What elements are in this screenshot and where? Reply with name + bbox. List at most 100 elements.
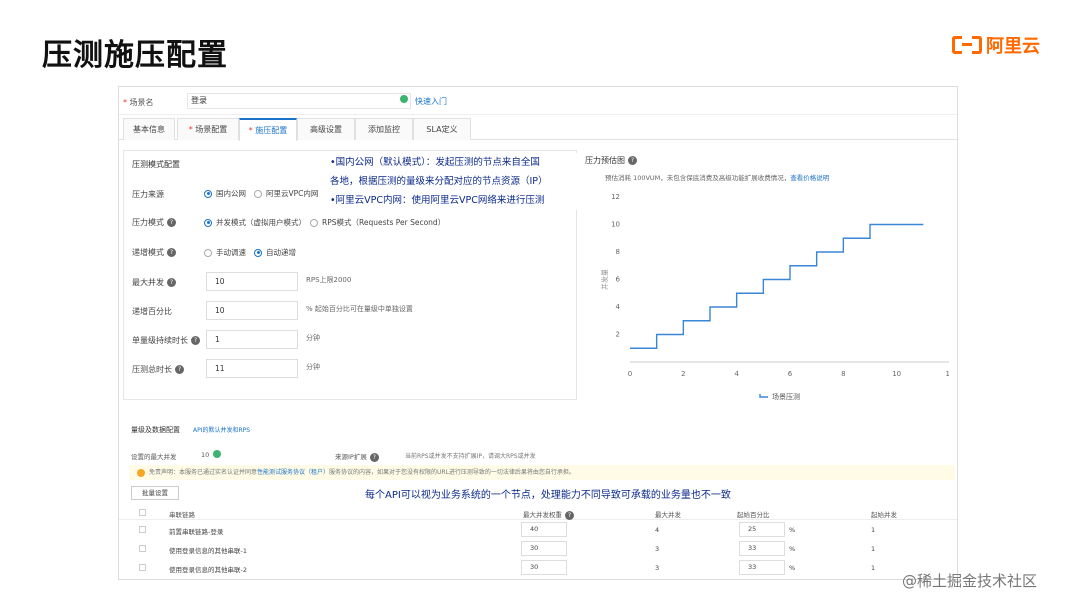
source-explanation-callout: •国内公网（默认模式）：发起压测的节点来自全国 各地，根据压测的量级来分配对应的… [330, 153, 580, 210]
default-rps-link[interactable]: API的默认并发和RPS [193, 425, 250, 434]
aliyun-logo: 阿里云 [952, 32, 1040, 58]
radio-rps-mode[interactable]: RPS模式（Requests Per Second） [310, 217, 445, 228]
tab-load-config[interactable]: * 施压配置 [239, 118, 297, 141]
y-tick-label: 8 [616, 248, 620, 256]
check-icon [213, 450, 221, 458]
radio-on-icon [254, 248, 262, 257]
check-icon [400, 95, 408, 103]
x-tick-label: 8 [841, 370, 845, 378]
x-tick-label: 0 [628, 370, 632, 378]
weight-input[interactable]: 30 [521, 560, 567, 575]
pct-unit: % [789, 526, 796, 534]
scene-name-label: * 场景名 [123, 98, 154, 107]
help-icon[interactable]: ? [167, 278, 176, 287]
col-weight: 最大并发权重? [523, 509, 574, 520]
x-tick-label: 4 [734, 370, 739, 378]
ip-expand-label: 来源IP扩展? [335, 451, 379, 462]
callout-line: •阿里云VPC内网：使用阿里云VPC网络来进行压测 [330, 195, 545, 206]
radio-auto[interactable]: 自动递增 [254, 247, 296, 258]
col-start: 起始并发 [871, 511, 897, 519]
radio-public-net[interactable]: 国内公网 [204, 188, 246, 199]
help-icon[interactable]: ? [167, 218, 176, 227]
tab-monitor[interactable]: 添加监控 [355, 118, 413, 140]
ramp-label: 递增模式? [132, 247, 176, 258]
mode-label: 压力模式? [132, 217, 176, 228]
row-checkbox[interactable] [139, 526, 146, 533]
x-tick-label: 10 [892, 370, 901, 378]
agreement-link[interactable]: 性能测试服务协议（租户） [257, 469, 329, 476]
radio-concurrency-mode[interactable]: 并发模式（虚拟用户模式） [204, 217, 306, 228]
slide-title: 压测施压配置 [42, 38, 228, 73]
step-percent-hint: % 起始百分比可在量级中单独设置 [306, 305, 413, 313]
api-node-banner: 每个API可以视为业务系统的一个节点，处理能力不同导致可承载的业务量也不一致 [365, 490, 731, 501]
form-title: 压测模式配置 [132, 160, 180, 169]
col-start-pct: 起始百分比 [737, 511, 770, 519]
tab-basic-info[interactable]: 基本信息 [123, 118, 175, 140]
callout-line: 各地，根据压测的量级来分配对应的节点资源（IP） [330, 176, 548, 187]
table-row: 前置串联链路-登录 40 4 25 % 1 [119, 521, 957, 539]
select-all-checkbox[interactable] [139, 509, 146, 516]
y-tick-label: 6 [616, 276, 621, 284]
y-tick-label: 10 [611, 221, 620, 229]
step-duration-label: 单量级持续时长? [132, 335, 200, 346]
max-concurrency-label: 最大并发? [132, 277, 176, 288]
start-pct-input[interactable]: 33 [739, 560, 785, 575]
disclaimer-bar: 免责声明：本服务已通过实名认证并同意性能测试服务协议（租户）服务协议的内容，如果… [129, 465, 955, 480]
radio-manual[interactable]: 手动调速 [204, 247, 246, 258]
tab-advanced[interactable]: 高级设置 [297, 118, 355, 140]
pts-screenshot: * 场景名 登录 快速入门 基本信息 * 场景配置 * 施压配置 高级设置 添加… [118, 86, 958, 580]
help-icon[interactable]: ? [175, 365, 184, 374]
rps-limit-hint: RPS上限2000 [306, 276, 352, 284]
radio-off-icon [204, 248, 212, 257]
radio-off-icon [254, 189, 262, 198]
load-estimate-chart: 0 2 4 6 8 10 12 2 4 6 8 10 12 并发量场景压测 [600, 193, 949, 401]
x-tick-label: 12 [946, 370, 949, 378]
series-line-scene-load [630, 223, 924, 349]
max-setting-row: 设置的最大并发 10 来源IP扩展? 当前RPS或并发不支持扩展IP，请调大RP… [119, 449, 957, 463]
help-icon[interactable]: ? [565, 510, 574, 520]
max-concurrency-input[interactable]: 10 [206, 272, 298, 291]
table-row: 使用登录信息的其他串联-2 30 3 33 % 1 [119, 559, 957, 577]
start-pct-input[interactable]: 25 [739, 522, 785, 537]
chain-name: 使用登录信息的其他串联-2 [169, 566, 247, 574]
start-pct-input[interactable]: 33 [739, 541, 785, 556]
tab-sla[interactable]: SLA定义 [413, 118, 471, 140]
config-tabs: 基本信息 * 场景配置 * 施压配置 高级设置 添加监控 SLA定义 [119, 118, 957, 141]
x-tick-label: 2 [681, 370, 685, 378]
start-value: 1 [871, 545, 876, 553]
help-icon[interactable]: ? [191, 336, 200, 345]
legend-swatch [759, 394, 768, 398]
tab-scene-config[interactable]: * 场景配置 [177, 118, 239, 140]
weight-input[interactable]: 40 [521, 522, 567, 537]
row-checkbox[interactable] [139, 545, 146, 552]
batch-setting-button[interactable]: 批量设置 [131, 486, 179, 500]
help-icon[interactable]: ? [167, 248, 176, 257]
help-icon[interactable]: ? [628, 156, 637, 165]
ip-expand-hint: 当前RPS或并发不支持扩展IP，请调大RPS或并发 [405, 453, 536, 460]
max-setting-label: 设置的最大并发 [131, 453, 177, 461]
price-link[interactable]: 查看价格说明 [790, 174, 829, 182]
max-value: 4 [655, 526, 660, 534]
col-chain: 串联链路 [169, 511, 195, 519]
start-value: 1 [871, 526, 876, 534]
scene-name-row: * 场景名 登录 快速入门 [119, 87, 957, 115]
minutes-unit: 分钟 [306, 334, 320, 342]
max-value: 3 [655, 545, 660, 553]
y-tick-label: 12 [611, 193, 620, 201]
help-icon[interactable]: ? [369, 452, 379, 462]
table-header: 串联链路 最大并发权重? 最大并发 起始百分比 起始并发 [119, 506, 957, 520]
row-checkbox[interactable] [139, 564, 146, 571]
watermark: @稀土掘金技术社区 [902, 572, 1038, 590]
radio-vpc[interactable]: 阿里云VPC内网 [254, 188, 318, 199]
quick-start-link[interactable]: 快速入门 [415, 96, 447, 107]
radio-on-icon [204, 218, 212, 227]
total-duration-input[interactable]: 11 [206, 359, 298, 378]
step-percent-input[interactable]: 10 [206, 301, 298, 320]
aliyun-logo-icon [952, 36, 982, 54]
step-duration-input[interactable]: 1 [206, 330, 298, 349]
scene-name-input[interactable]: 登录 [187, 93, 411, 109]
table-row: 使用登录信息的其他串联-1 30 3 33 % 1 [119, 540, 957, 558]
radio-on-icon [204, 189, 212, 198]
x-tick-label: 6 [788, 370, 793, 378]
weight-input[interactable]: 30 [521, 541, 567, 556]
